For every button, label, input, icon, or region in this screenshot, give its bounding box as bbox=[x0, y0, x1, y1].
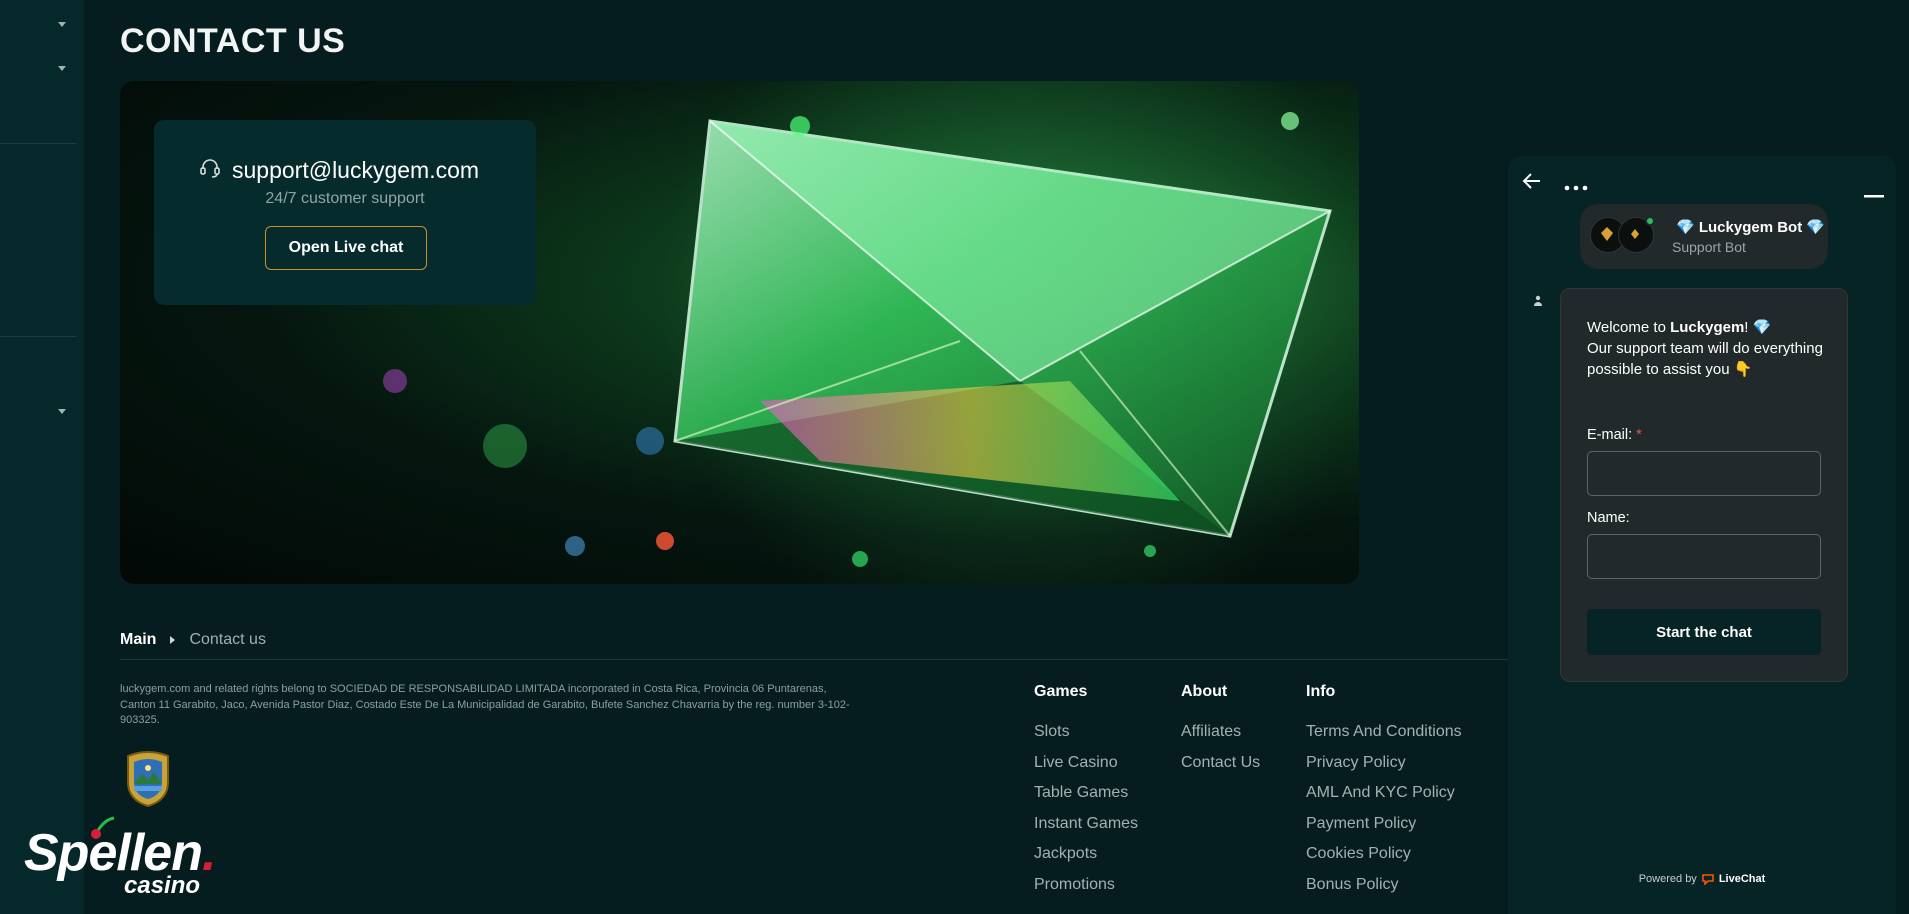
footer-link-terms[interactable]: Terms And Conditions bbox=[1306, 723, 1462, 754]
bot-header: 💎 Luckygem Bot 💎 Support Bot bbox=[1580, 204, 1828, 269]
breadcrumb-main-link[interactable]: Main bbox=[120, 631, 156, 649]
footer-link-slots[interactable]: Slots bbox=[1034, 723, 1138, 754]
legal-text: luckygem.com and related rights belong t… bbox=[120, 683, 850, 726]
contact-card: support@luckygem.com 24/7 customer suppo… bbox=[154, 120, 536, 305]
footer-link-payment[interactable]: Payment Policy bbox=[1306, 815, 1462, 846]
footer-link-table-games[interactable]: Table Games bbox=[1034, 784, 1138, 815]
chevron-down-icon[interactable] bbox=[58, 22, 66, 27]
footer-link-bonus[interactable]: Bonus Policy bbox=[1306, 876, 1462, 907]
footer-link-contact-us[interactable]: Contact Us bbox=[1181, 754, 1260, 785]
powered-by-livechat[interactable]: Powered by LiveChat bbox=[1508, 873, 1896, 885]
more-options-icon[interactable] bbox=[1564, 178, 1588, 196]
online-status-dot bbox=[1645, 216, 1655, 226]
footer-link-promotions[interactable]: Promotions bbox=[1034, 876, 1138, 907]
name-label: Name: bbox=[1587, 510, 1630, 526]
chevron-down-icon[interactable] bbox=[58, 66, 66, 71]
headset-icon bbox=[198, 156, 222, 185]
breadcrumb: Main Contact us bbox=[120, 631, 266, 649]
contact-email-row: support@luckygem.com bbox=[198, 156, 479, 185]
footer-about-heading: About bbox=[1181, 683, 1228, 700]
footer-link-instant-games[interactable]: Instant Games bbox=[1034, 815, 1138, 846]
email-label: E-mail: * bbox=[1587, 427, 1642, 443]
page-title: CONTACT US bbox=[120, 22, 346, 60]
back-arrow-icon[interactable] bbox=[1522, 172, 1542, 195]
footer-about: About Affiliates Contact Us bbox=[1181, 683, 1260, 784]
footer-info-heading: Info bbox=[1306, 683, 1336, 700]
minimize-icon[interactable] bbox=[1864, 186, 1884, 204]
livechat-widget: 💎 Luckygem Bot 💎 Support Bot Welcome to … bbox=[1508, 156, 1896, 914]
footer-games-heading: Games bbox=[1034, 683, 1088, 700]
support-hours: 24/7 customer support bbox=[265, 190, 425, 207]
sidebar-divider bbox=[0, 336, 76, 337]
welcome-message: Welcome to Luckygem! 💎 Our support team … bbox=[1587, 319, 1823, 378]
footer-link-aml-kyc[interactable]: AML And KYC Policy bbox=[1306, 784, 1462, 815]
footer-link-affiliates[interactable]: Affiliates bbox=[1181, 723, 1260, 754]
bot-name: 💎 Luckygem Bot 💎 bbox=[1676, 219, 1826, 236]
logo-wordmark: Spellen. bbox=[24, 824, 216, 882]
footer-divider bbox=[120, 659, 1510, 660]
bot-role: Support Bot bbox=[1672, 239, 1746, 255]
coat-of-arms-icon bbox=[120, 748, 176, 813]
logo-subtitle: casino bbox=[124, 872, 201, 899]
footer-games: Games Slots Live Casino Table Games Inst… bbox=[1034, 683, 1138, 906]
livechat-icon bbox=[1702, 874, 1714, 885]
email-field[interactable] bbox=[1587, 451, 1821, 496]
user-icon bbox=[1534, 294, 1542, 312]
chevron-down-icon[interactable] bbox=[58, 409, 66, 414]
breadcrumb-current: Contact us bbox=[189, 631, 266, 648]
footer-link-cookies[interactable]: Cookies Policy bbox=[1306, 845, 1462, 876]
start-chat-button[interactable]: Start the chat bbox=[1587, 609, 1821, 655]
support-email[interactable]: support@luckygem.com bbox=[232, 157, 479, 184]
open-live-chat-button[interactable]: Open Live chat bbox=[265, 226, 427, 270]
cherry-icon bbox=[91, 816, 115, 839]
footer-link-privacy[interactable]: Privacy Policy bbox=[1306, 754, 1462, 785]
footer-link-jackpots[interactable]: Jackpots bbox=[1034, 845, 1138, 876]
spellen-casino-logo: Spellen. casino bbox=[24, 816, 216, 899]
breadcrumb-separator-icon bbox=[170, 636, 176, 644]
footer-info: Info Terms And Conditions Privacy Policy… bbox=[1306, 683, 1462, 906]
footer-link-live-casino[interactable]: Live Casino bbox=[1034, 754, 1138, 785]
name-field[interactable] bbox=[1587, 534, 1821, 579]
sidebar-divider bbox=[0, 143, 76, 144]
welcome-message-card: Welcome to Luckygem! 💎 Our support team … bbox=[1560, 288, 1848, 682]
sidebar bbox=[0, 0, 84, 914]
